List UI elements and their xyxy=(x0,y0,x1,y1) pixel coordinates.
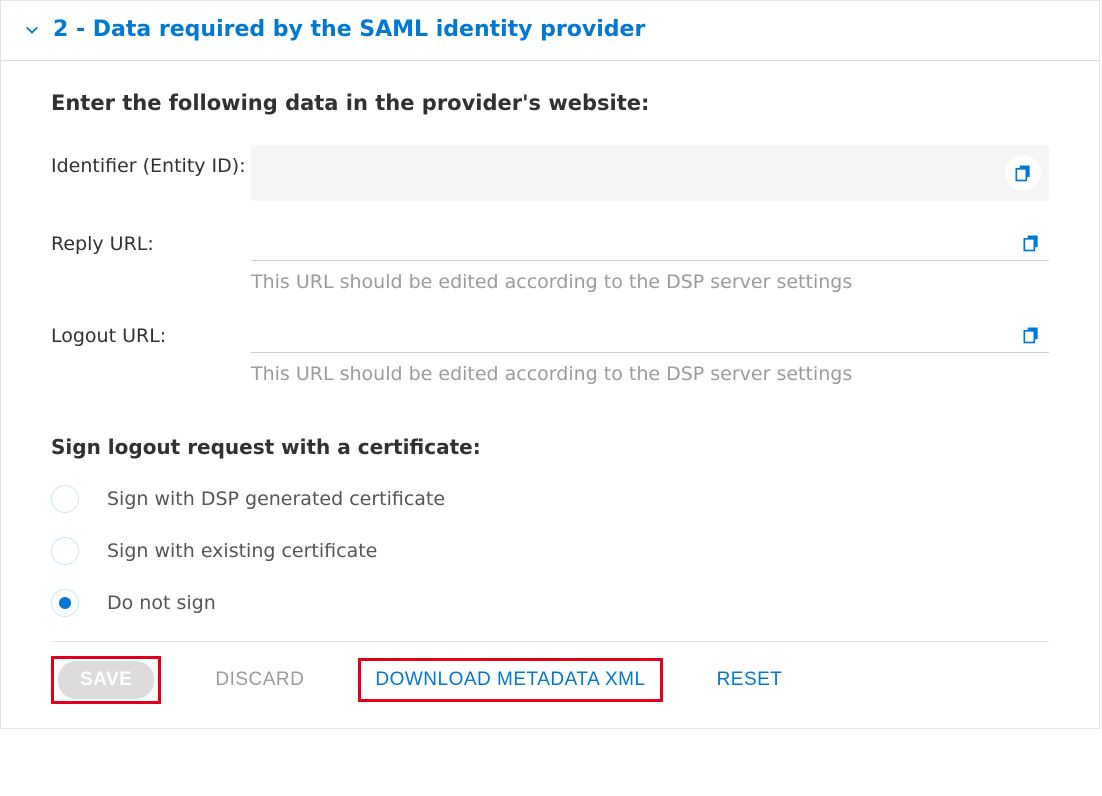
chevron-down-icon xyxy=(25,23,39,37)
radio-do-not-sign[interactable]: Do not sign xyxy=(51,589,1049,617)
radio-label: Do not sign xyxy=(107,592,216,614)
saml-data-panel: 2 - Data required by the SAML identity p… xyxy=(0,0,1100,729)
logout-url-hint: This URL should be edited according to t… xyxy=(251,363,1049,385)
copy-icon xyxy=(1013,163,1033,183)
logout-url-label: Logout URL: xyxy=(51,315,251,347)
intro-text: Enter the following data in the provider… xyxy=(51,91,1049,115)
identifier-label: Identifier (Entity ID): xyxy=(51,145,251,177)
logout-url-input[interactable] xyxy=(251,315,1049,353)
field-logout-url: Logout URL: This URL should be edited ac… xyxy=(51,315,1049,385)
copy-reply-url-button[interactable] xyxy=(1015,227,1047,259)
sign-section-title: Sign logout request with a certificate: xyxy=(51,435,1049,459)
field-reply-url: Reply URL: This URL should be edited acc… xyxy=(51,223,1049,293)
section-title: 2 - Data required by the SAML identity p… xyxy=(53,17,645,42)
sign-section: Sign logout request with a certificate: … xyxy=(51,435,1049,617)
reset-button[interactable]: RESET xyxy=(707,663,793,697)
highlight-download: DOWNLOAD METADATA XML xyxy=(358,658,662,702)
radio-sign-existing[interactable]: Sign with existing certificate xyxy=(51,537,1049,565)
save-button[interactable]: SAVE xyxy=(58,661,154,699)
highlight-save: SAVE xyxy=(51,656,161,704)
radio-icon xyxy=(51,589,79,617)
discard-button[interactable]: DISCARD xyxy=(205,663,314,697)
identifier-value xyxy=(251,145,1049,201)
field-identifier: Identifier (Entity ID): xyxy=(51,145,1049,201)
copy-logout-url-button[interactable] xyxy=(1015,319,1047,351)
radio-label: Sign with existing certificate xyxy=(107,540,377,562)
section-header[interactable]: 2 - Data required by the SAML identity p… xyxy=(1,1,1099,61)
download-metadata-button[interactable]: DOWNLOAD METADATA XML xyxy=(365,663,655,697)
radio-label: Sign with DSP generated certificate xyxy=(107,488,445,510)
reply-url-label: Reply URL: xyxy=(51,223,251,255)
reply-url-hint: This URL should be edited according to t… xyxy=(251,271,1049,293)
copy-icon xyxy=(1021,325,1041,345)
button-bar: SAVE DISCARD DOWNLOAD METADATA XML RESET xyxy=(51,642,1049,708)
radio-icon xyxy=(51,485,79,513)
reply-url-input[interactable] xyxy=(251,223,1049,261)
radio-icon xyxy=(51,537,79,565)
copy-identifier-button[interactable] xyxy=(1005,155,1041,191)
copy-icon xyxy=(1021,233,1041,253)
radio-sign-dsp[interactable]: Sign with DSP generated certificate xyxy=(51,485,1049,513)
